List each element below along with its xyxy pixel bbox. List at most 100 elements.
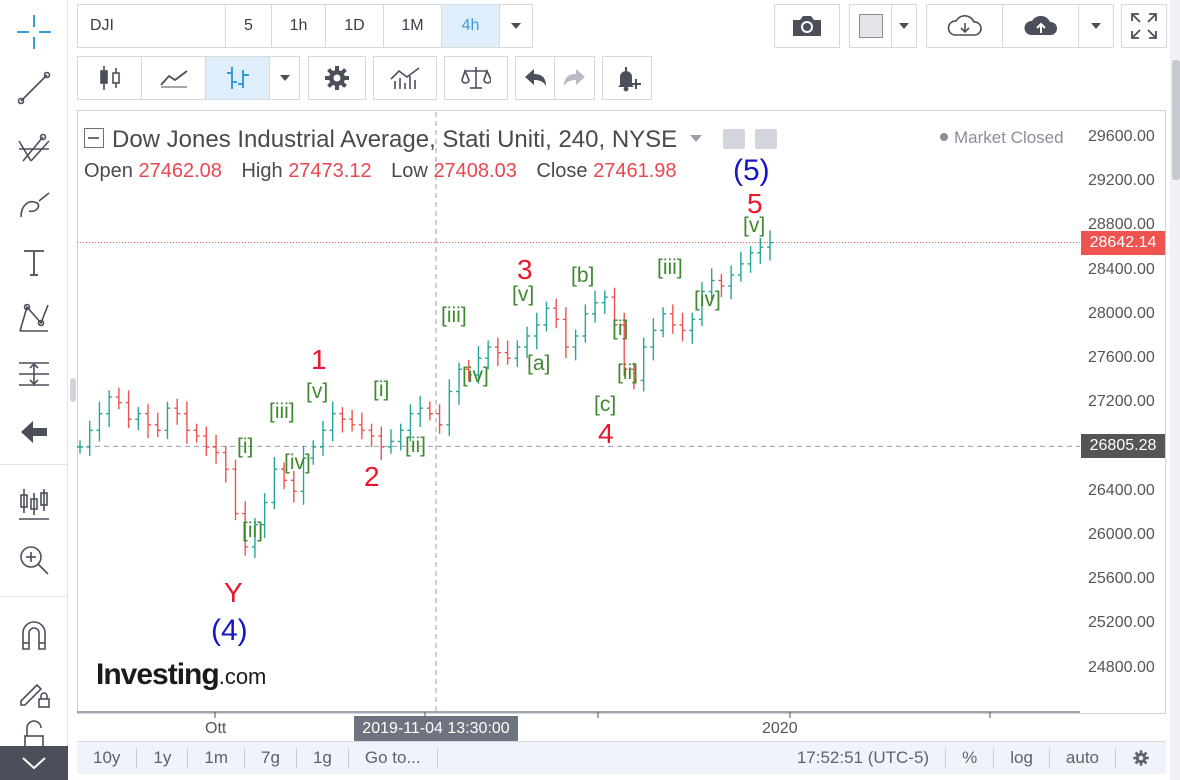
interval-1d[interactable]: 1D [326, 5, 384, 47]
trend-line-tool[interactable] [0, 60, 68, 116]
chevron-down-icon[interactable] [689, 135, 702, 142]
redo-button[interactable] [555, 57, 594, 99]
eye-icon[interactable] [722, 129, 745, 149]
gear-icon[interactable] [755, 129, 778, 149]
wave-label-minor: [i] [373, 378, 390, 401]
collapse-legend-icon[interactable] [84, 128, 104, 148]
text-icon [24, 250, 44, 276]
symbol-input[interactable]: DJI [78, 5, 226, 47]
color-swatch [858, 14, 883, 38]
load-layout-button[interactable] [927, 5, 1003, 47]
wave-label-minor: [iii] [657, 256, 683, 279]
wave-label-minor: [i] [237, 435, 254, 458]
screenshot-button[interactable] [774, 4, 840, 48]
crosshair-tool[interactable] [0, 4, 68, 60]
fullscreen-button[interactable] [1121, 4, 1167, 48]
range-1y[interactable]: 1y [137, 748, 189, 768]
wave-label-minor: [v] [743, 214, 766, 237]
cloud-upload-icon [1023, 15, 1057, 35]
wave-label-minor: [ii] [617, 361, 638, 384]
interval-5[interactable]: 5 [226, 5, 272, 47]
close-label: Close [536, 160, 588, 182]
cloud-bar [926, 4, 1114, 48]
wave-label-minor: [iii] [441, 304, 467, 327]
pattern-tool[interactable] [0, 290, 68, 346]
undo-icon [525, 69, 546, 86]
range-1g[interactable]: 1g [297, 748, 349, 768]
chevron-down-icon [22, 757, 46, 770]
ohlc-legend: Open 27462.08 High 27473.12 Low 27408.03… [84, 160, 691, 183]
indicators-icon [390, 67, 420, 89]
color-picker[interactable] [849, 4, 917, 48]
magnet-icon [22, 621, 46, 650]
wave-label-minor: [v] [306, 380, 329, 403]
last-price-badge: 28642.14 [1081, 231, 1165, 255]
range-1m[interactable]: 1m [188, 748, 246, 768]
auto-toggle[interactable]: auto [1050, 748, 1116, 768]
brush-icon [20, 192, 50, 218]
interval-1h[interactable]: 1h [272, 5, 326, 47]
toolbar-collapse-button[interactable] [0, 746, 68, 780]
chart-style-bar [77, 56, 300, 100]
layout-dropdown[interactable] [1079, 5, 1113, 47]
zoom-tool[interactable] [0, 532, 68, 588]
log-toggle[interactable]: log [994, 748, 1050, 768]
chart-title-text: Dow Jones Industrial Average, Stati Unit… [112, 126, 678, 153]
cloud-download-icon [947, 15, 982, 36]
save-layout-button[interactable] [1003, 5, 1079, 47]
text-tool[interactable] [0, 234, 68, 290]
bars-style-button[interactable] [206, 57, 270, 99]
range-7g[interactable]: 7g [245, 748, 297, 768]
brush-tool[interactable] [0, 176, 68, 232]
wave-label-minor: [iv] [462, 364, 489, 387]
high-value: 27473.12 [288, 160, 372, 182]
candles-style-button[interactable] [78, 57, 142, 99]
price-tick: 27600.00 [1088, 349, 1155, 366]
lock-tool[interactable] [0, 718, 68, 748]
style-dropdown[interactable] [270, 57, 299, 99]
crosshair-price-badge: 26805.28 [1081, 434, 1165, 458]
scrollbar-thumb[interactable] [1172, 60, 1180, 180]
lock-icon [24, 720, 44, 748]
line-style-button[interactable] [142, 57, 206, 99]
close-value: 27461.98 [593, 160, 677, 182]
low-label: Low [391, 160, 428, 182]
symbol-interval-bar: DJI 5 1h 1D 1M 4h [77, 4, 533, 48]
sidebar-resize-handle[interactable] [70, 378, 76, 402]
chart-settings-button[interactable] [1116, 748, 1166, 768]
remove-drawings-tool[interactable] [0, 404, 68, 460]
pitchfork-icon [18, 133, 50, 162]
open-label: Open [84, 160, 133, 182]
create-alert-button[interactable] [602, 56, 652, 100]
compare-button[interactable] [444, 56, 508, 100]
interval-1m[interactable]: 1M [384, 5, 442, 47]
undo-button[interactable] [516, 57, 555, 99]
wave-label-minor: [a] [527, 352, 551, 375]
wave-label-minor: [b] [571, 264, 595, 287]
interval-4h[interactable]: 4h [442, 5, 500, 47]
percent-toggle[interactable]: % [946, 748, 995, 768]
investing-logo: Investing.com [96, 658, 266, 692]
magnet-tool[interactable] [0, 608, 68, 664]
drawing-toolbar [0, 0, 68, 780]
clock-display[interactable]: 17:52:51 (UTC-5) [781, 748, 947, 768]
pitchfork-tool[interactable] [0, 118, 68, 174]
market-status-text: Market Closed [954, 128, 1064, 147]
trading-app: DJI 5 1h 1D 1M 4h Dow Jones Industrial A… [0, 0, 1180, 780]
line-chart-icon [159, 70, 188, 88]
wave-label-degree-5: (5) [733, 154, 770, 187]
lock-drawings-tool[interactable] [0, 664, 68, 720]
crosshair-icon [17, 15, 51, 49]
settings-button[interactable] [308, 56, 366, 100]
camera-icon [793, 16, 821, 36]
fullscreen-icon [1131, 13, 1157, 39]
range-10y[interactable]: 10y [77, 748, 138, 768]
indicators-tool[interactable] [0, 476, 68, 532]
wave-label-4: 4 [598, 418, 614, 449]
indicators-button[interactable] [373, 56, 437, 100]
measure-tool[interactable] [0, 346, 68, 402]
goto-button[interactable]: Go to... [349, 748, 438, 768]
wave-label-degree-4: (4) [211, 614, 248, 647]
interval-dropdown[interactable] [500, 5, 532, 47]
wave-label-y: Y [224, 577, 243, 608]
